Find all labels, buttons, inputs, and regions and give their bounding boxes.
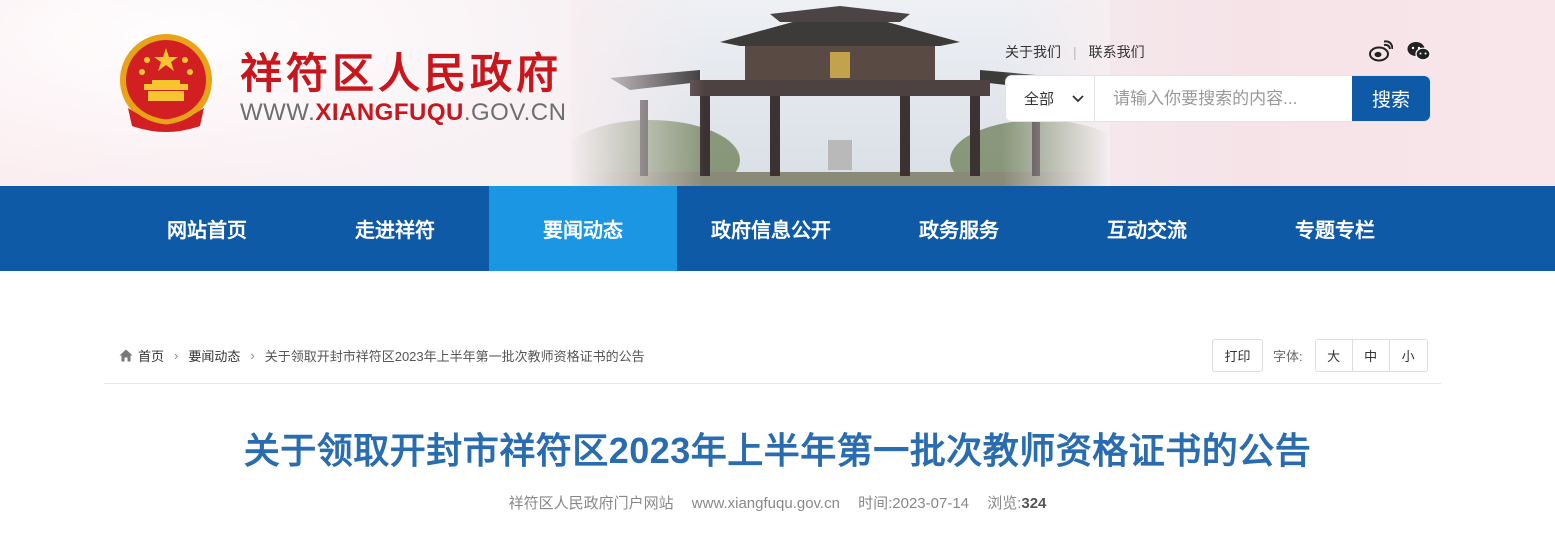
chevron-right-icon: › xyxy=(174,348,179,363)
article-views-value: 324 xyxy=(1021,495,1047,512)
nav-item-home[interactable]: 网站首页 xyxy=(113,186,301,271)
article-tools: 打印 字体: 大 中 小 xyxy=(1212,339,1428,372)
breadcrumb-current: 关于领取开封市祥符区2023年上半年第一批次教师资格证书的公告 xyxy=(264,349,645,364)
article-views: 浏览:324 xyxy=(987,495,1046,512)
article-time-value: 2023-07-14 xyxy=(892,495,970,512)
nav-item-gov-services[interactable]: 政务服务 xyxy=(865,186,1053,271)
print-button[interactable]: 打印 xyxy=(1212,339,1263,372)
nav-item-news[interactable]: 要闻动态 xyxy=(489,186,677,271)
nav-item-gov-info[interactable]: 政府信息公开 xyxy=(677,186,865,271)
weibo-icon[interactable] xyxy=(1369,40,1393,62)
site-url: WWW.XIANGFUQU.GOV.CN xyxy=(240,99,566,127)
article-views-label: 浏览: xyxy=(987,495,1022,512)
breadcrumb-home[interactable]: 首页 xyxy=(138,346,164,365)
font-size-label: 字体: xyxy=(1273,349,1303,364)
about-us-link[interactable]: 关于我们 xyxy=(1005,42,1061,62)
article-time-label: 时间: xyxy=(858,495,893,512)
article-meta: 祥符区人民政府门户网站 www.xiangfuqu.gov.cn 时间:2023… xyxy=(0,492,1555,513)
font-size-small-button[interactable]: 小 xyxy=(1389,340,1427,371)
site-header: 祥符区人民政府 WWW.XIANGFUQU.GOV.CN 关于我们 | 联系我们… xyxy=(0,0,1555,186)
contact-us-link[interactable]: 联系我们 xyxy=(1089,42,1145,62)
breadcrumb: 首页 › 要闻动态 › 关于领取开封市祥符区2023年上半年第一批次教师资格证书… xyxy=(119,346,645,365)
site-title: 祥符区人民政府 xyxy=(240,49,563,98)
font-size-large-button[interactable]: 大 xyxy=(1315,340,1353,371)
site-url-highlight: XIANGFUQU xyxy=(315,99,464,126)
top-links-divider: | xyxy=(1073,44,1077,60)
home-icon xyxy=(119,349,133,362)
font-size-medium-button[interactable]: 中 xyxy=(1352,340,1390,371)
top-links: 关于我们 | 联系我们 xyxy=(1005,42,1145,62)
breadcrumb-divider xyxy=(104,383,1441,384)
font-size-group: 大 中 小 xyxy=(1314,339,1428,372)
nav-item-topics[interactable]: 专题专栏 xyxy=(1241,186,1429,271)
article-title: 关于领取开封市祥符区2023年上半年第一批次教师资格证书的公告 xyxy=(243,430,1312,471)
breadcrumb-section[interactable]: 要闻动态 xyxy=(188,346,240,365)
search-input[interactable] xyxy=(1095,76,1353,121)
wechat-icon[interactable] xyxy=(1407,40,1431,62)
search-button[interactable]: 搜索 xyxy=(1352,76,1430,121)
national-emblem-icon xyxy=(120,34,212,132)
article-time: 时间:2023-07-14 xyxy=(858,495,969,512)
main-nav: 网站首页 走进祥符 要闻动态 政府信息公开 政务服务 互动交流 专题专栏 xyxy=(0,186,1555,271)
chevron-right-icon: › xyxy=(250,348,255,363)
site-url-suffix: .GOV.CN xyxy=(463,99,567,126)
search-bar: 全部 搜索 xyxy=(1006,76,1430,121)
chevron-down-icon xyxy=(1072,94,1084,102)
site-url-prefix: WWW. xyxy=(240,99,316,126)
search-scope-value: 全部 xyxy=(1024,91,1055,108)
nav-item-interaction[interactable]: 互动交流 xyxy=(1053,186,1241,271)
article-source-url: www.xiangfuqu.gov.cn xyxy=(691,495,840,512)
article-source: 祥符区人民政府门户网站 xyxy=(508,495,674,512)
search-scope-select[interactable]: 全部 xyxy=(1006,76,1096,121)
nav-item-about-xiangfu[interactable]: 走进祥符 xyxy=(301,186,489,271)
